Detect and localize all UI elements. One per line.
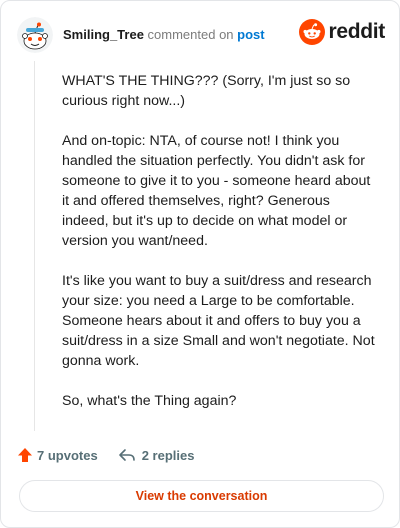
user-avatar[interactable]	[17, 17, 53, 53]
comment-footer: 7 upvotes 2 replies	[17, 445, 194, 465]
upvote-count: 7 upvotes	[37, 447, 98, 463]
comment-paragraph: So, what's the Thing again?	[62, 393, 237, 409]
view-conversation-button[interactable]: View the conversation	[19, 480, 384, 512]
reddit-snoo-icon	[299, 19, 326, 45]
upvote-button[interactable]: 7 upvotes	[17, 447, 98, 463]
reply-count: 2 replies	[141, 447, 195, 463]
reply-arrow-icon	[118, 449, 135, 461]
comment-paragraph: It's like you want to buy a suit/dress a…	[62, 273, 375, 369]
action-text: commented on	[147, 27, 234, 42]
comment-paragraph: WHAT'S THE THING??? (Sorry, I'm just so …	[62, 73, 351, 109]
post-link[interactable]: post	[237, 27, 264, 42]
snoo-avatar-icon	[17, 17, 53, 53]
replies-button[interactable]: 2 replies	[118, 447, 195, 463]
comment-embed-card: Smiling_Tree commented on post reddit WH…	[0, 0, 400, 528]
comment-body: WHAT'S THE THING??? (Sorry, I'm just so …	[62, 71, 380, 431]
comment-paragraph: And on-topic: NTA, of course not! I thin…	[62, 133, 371, 249]
reddit-wordmark: reddit	[328, 20, 385, 43]
thread-line	[34, 61, 35, 431]
reddit-logo[interactable]: reddit	[299, 19, 385, 45]
upvote-arrow-icon	[18, 448, 32, 462]
username-link[interactable]: Smiling_Tree	[63, 27, 144, 42]
comment-header: Smiling_Tree commented on post reddit	[17, 15, 385, 55]
comment-meta: Smiling_Tree commented on post	[63, 27, 265, 43]
